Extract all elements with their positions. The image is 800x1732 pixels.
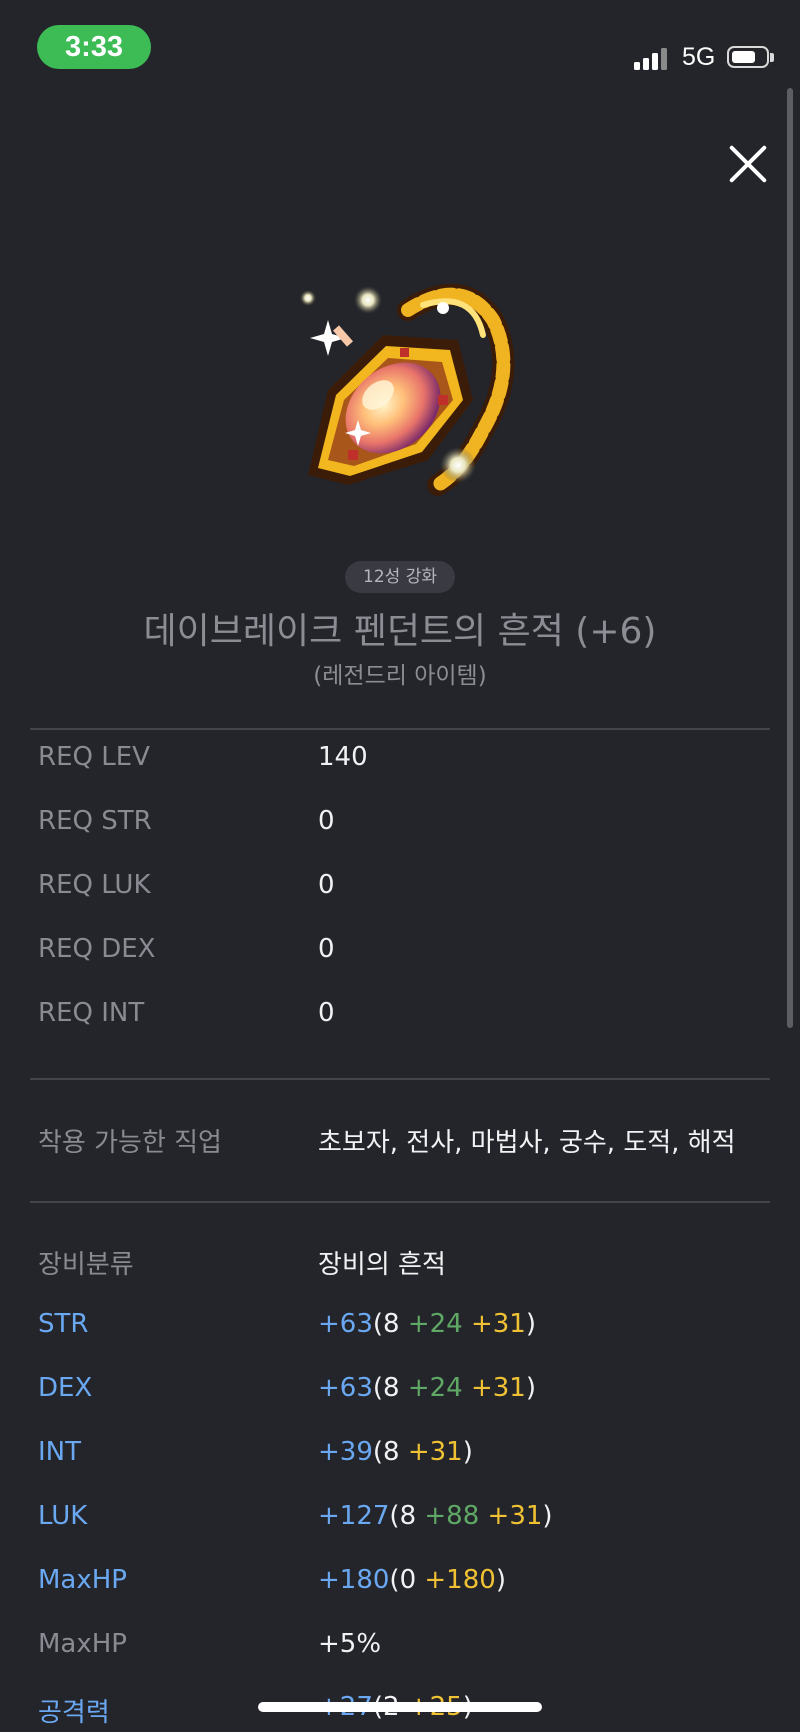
stat-label: STR xyxy=(38,1309,89,1339)
stat-label: LUK xyxy=(38,1501,88,1531)
stat-value: +5% xyxy=(318,1629,382,1659)
req-label: REQ INT xyxy=(38,998,145,1028)
stat-row-int: INT +39(8 +31) xyxy=(38,1437,778,1477)
scrollbar[interactable] xyxy=(787,88,793,1028)
battery-icon xyxy=(727,46,769,68)
stat-label: INT xyxy=(38,1437,81,1467)
req-value: 0 xyxy=(318,870,335,900)
stat-label: MaxHP xyxy=(38,1629,127,1659)
stat-label: MaxHP xyxy=(38,1565,127,1595)
divider xyxy=(30,728,770,730)
req-value: 0 xyxy=(318,998,335,1028)
stat-value: +180(0 +180) xyxy=(318,1565,506,1595)
stat-label: DEX xyxy=(38,1373,93,1403)
jobs-row: 착용 가능한 직업 초보자, 전사, 마법사, 궁수, 도적, 해적 xyxy=(38,1122,778,1162)
stat-row-str: STR +63(8 +24 +31) xyxy=(38,1309,778,1349)
pendant-icon xyxy=(300,283,515,496)
status-time[interactable]: 3:33 xyxy=(37,25,151,69)
jobs-value: 초보자, 전사, 마법사, 궁수, 도적, 해적 xyxy=(318,1128,736,1158)
item-grade: (레전드리 아이템) xyxy=(313,663,487,689)
category-row: 장비분류 장비의 흔적 xyxy=(38,1244,778,1284)
divider xyxy=(30,1201,770,1203)
req-label: REQ LUK xyxy=(38,870,151,900)
req-label: REQ STR xyxy=(38,806,152,836)
status-bar: 3:33 5G xyxy=(0,0,800,90)
home-indicator[interactable] xyxy=(258,1702,542,1712)
star-force-badge: 12성 강화 xyxy=(345,561,455,593)
req-label: REQ DEX xyxy=(38,934,156,964)
network-type: 5G xyxy=(682,43,716,71)
req-value: 0 xyxy=(318,934,335,964)
stat-label: 공격력 xyxy=(38,1698,110,1728)
stat-row-maxhp-percent: MaxHP +5% xyxy=(38,1629,778,1669)
req-value: 140 xyxy=(318,742,368,772)
req-row: REQ STR 0 xyxy=(38,806,778,846)
stat-value: +39(8 +31) xyxy=(318,1437,473,1467)
stat-value: +63(8 +24 +31) xyxy=(318,1309,537,1339)
stat-row-maxhp: MaxHP +180(0 +180) xyxy=(38,1565,778,1605)
close-button[interactable] xyxy=(720,136,776,192)
divider xyxy=(30,1078,770,1080)
req-row: REQ INT 0 xyxy=(38,998,778,1038)
req-row: REQ LEV 140 xyxy=(38,742,778,782)
req-row: REQ DEX 0 xyxy=(38,934,778,974)
stat-value: +63(8 +24 +31) xyxy=(318,1373,537,1403)
item-name: 데이브레이크 펜던트의 흔적 (+6) xyxy=(143,611,657,652)
signal-icon xyxy=(634,46,670,70)
stat-row-attack: 공격력 +27(2 +25) xyxy=(38,1692,778,1732)
stat-value: +127(8 +88 +31) xyxy=(318,1501,553,1531)
category-label: 장비분류 xyxy=(38,1250,134,1280)
req-row: REQ LUK 0 xyxy=(38,870,778,910)
battery-cap xyxy=(770,53,774,62)
req-value: 0 xyxy=(318,806,335,836)
req-label: REQ LEV xyxy=(38,742,150,772)
stat-row-luk: LUK +127(8 +88 +31) xyxy=(38,1501,778,1541)
jobs-label: 착용 가능한 직업 xyxy=(38,1128,222,1158)
category-value: 장비의 흔적 xyxy=(318,1250,446,1280)
stat-row-dex: DEX +63(8 +24 +31) xyxy=(38,1373,778,1413)
